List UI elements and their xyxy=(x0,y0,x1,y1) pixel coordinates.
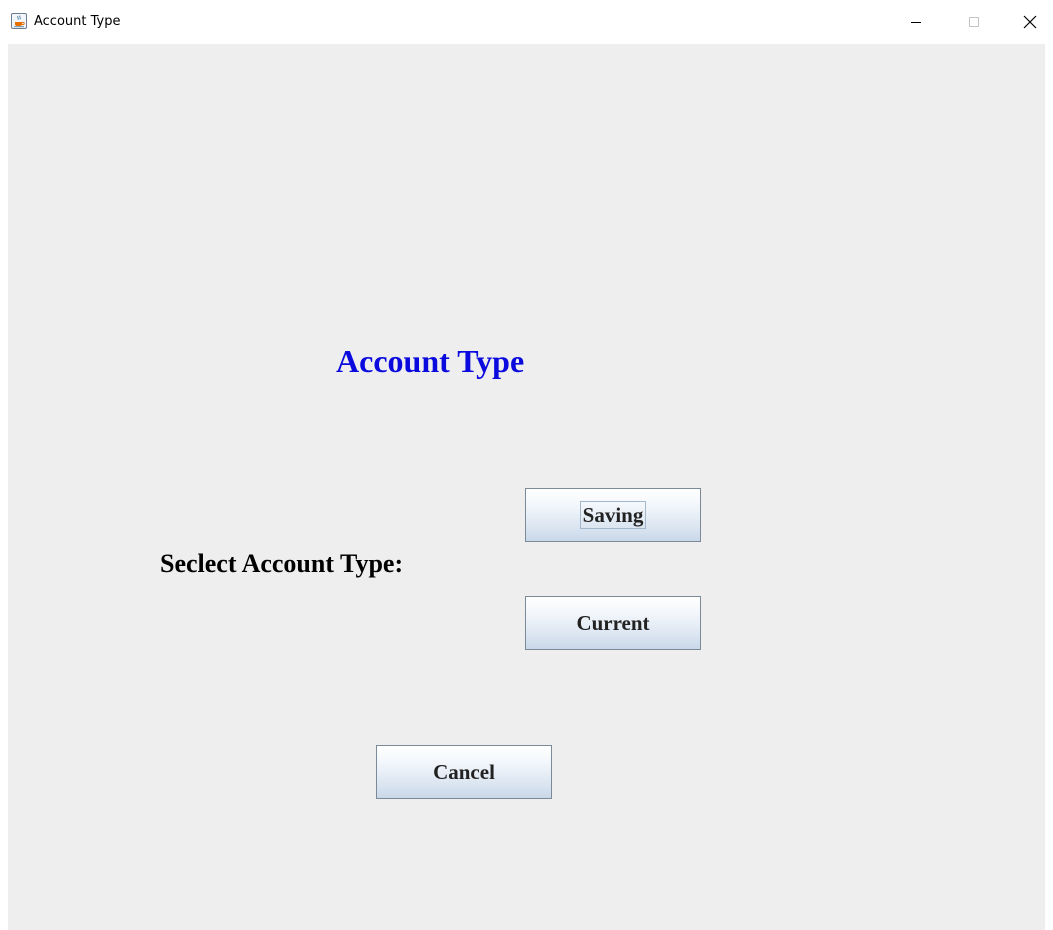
saving-button-label: Saving xyxy=(579,501,647,529)
cancel-button[interactable]: Cancel xyxy=(376,745,552,799)
maximize-icon xyxy=(969,17,979,27)
page-title: Account Type xyxy=(336,343,525,379)
select-account-type-label: Seclect Account Type: xyxy=(160,549,404,578)
window-title: Account Type xyxy=(34,14,121,29)
close-button[interactable] xyxy=(1007,0,1053,44)
java-cup-icon[interactable] xyxy=(11,13,27,29)
current-button[interactable]: Current xyxy=(525,596,701,650)
maximize-button[interactable] xyxy=(951,0,997,44)
cancel-button-label: Cancel xyxy=(433,760,495,784)
current-button-label: Current xyxy=(576,611,650,635)
saving-button[interactable]: Saving xyxy=(525,488,701,542)
minimize-button[interactable] xyxy=(893,0,939,44)
close-icon xyxy=(1023,15,1037,29)
minimize-icon xyxy=(911,22,921,23)
title-bar[interactable]: Account Type xyxy=(0,0,1053,44)
account-type-window: Account Type Account Type Seclect Accoun… xyxy=(0,0,1053,930)
